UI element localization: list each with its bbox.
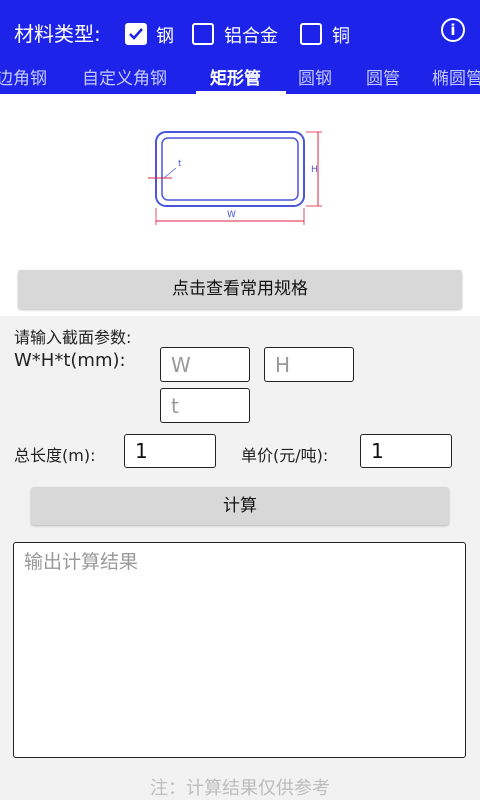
diagram-label-h: H	[311, 165, 318, 175]
material-type-row: 材料类型: 钢 铝合金 铜 i	[0, 0, 480, 62]
diagram-label-t: t	[178, 159, 182, 169]
disclaimer-note: 注：计算结果仅供参考	[150, 778, 330, 799]
material-type-label: 材料类型:	[14, 22, 101, 46]
steel-label[interactable]: 钢	[156, 22, 174, 48]
copper-checkbox[interactable]	[300, 23, 322, 45]
width-input[interactable]	[160, 347, 250, 382]
tab-rectangular-tube[interactable]: 矩形管	[210, 64, 261, 89]
length-label: 总长度(m):	[14, 446, 96, 465]
copper-label[interactable]: 铜	[332, 22, 350, 48]
info-icon[interactable]: i	[441, 18, 465, 42]
tab-custom-angle[interactable]: 自定义角钢	[82, 64, 167, 89]
section-title: 请输入截面参数:	[14, 328, 132, 347]
thickness-input[interactable]	[160, 388, 250, 423]
check-icon	[129, 28, 143, 40]
tab-round-tube[interactable]: 圆管	[366, 64, 400, 89]
tab-oval-tube[interactable]: 椭圆管	[432, 64, 480, 89]
calculate-button[interactable]: 计算	[31, 487, 449, 525]
tab-angle-steel[interactable]: 边角钢	[0, 64, 47, 89]
profile-tabs: 边角钢 自定义角钢 矩形管 圆钢 圆管 椭圆管	[0, 58, 480, 94]
common-specs-button[interactable]: 点击查看常用规格	[18, 270, 462, 309]
top-header: 材料类型: 钢 铝合金 铜 i 边角钢 自定义角钢 矩形管 圆钢 圆管 椭圆管	[0, 0, 480, 94]
length-input[interactable]	[124, 434, 216, 468]
dims-label: W*H*t(mm):	[14, 350, 126, 371]
tab-round-steel[interactable]: 圆钢	[298, 64, 332, 89]
price-label: 单价(元/吨):	[241, 446, 329, 465]
aluminum-label[interactable]: 铝合金	[224, 22, 278, 48]
price-input[interactable]	[360, 434, 452, 468]
diagram-label-w: W	[227, 210, 236, 220]
height-input[interactable]	[264, 347, 354, 382]
steel-checkbox[interactable]	[125, 23, 147, 45]
result-output[interactable]	[13, 542, 466, 758]
aluminum-checkbox[interactable]	[192, 23, 214, 45]
